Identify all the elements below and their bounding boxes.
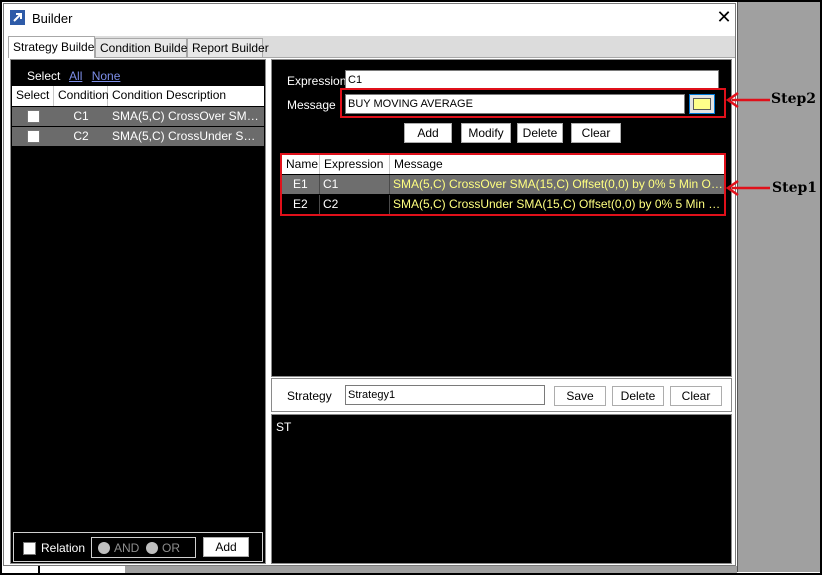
select-links-row: Select All None (27, 69, 126, 83)
clear-expression-button[interactable]: Clear (571, 123, 621, 143)
or-label: OR (162, 541, 180, 555)
modify-expression-button[interactable]: Modify (461, 123, 511, 143)
window-title: Builder (32, 11, 73, 26)
strategy-output-text: ST (276, 420, 292, 434)
expression-label: Expression (287, 74, 347, 88)
condition-panel: Select All None Select Condition Conditi… (10, 59, 266, 564)
message-label: Message (287, 98, 336, 112)
save-strategy-button[interactable]: Save (554, 386, 606, 406)
row-checkbox[interactable] (26, 130, 40, 143)
relation-group: Relation AND OR Add (13, 532, 263, 562)
step2-arrow-icon (725, 91, 770, 109)
relation-checkbox[interactable] (23, 542, 36, 555)
column-header-select[interactable]: Select (12, 86, 54, 106)
tab-condition-builder[interactable]: Condition Builder (95, 38, 191, 57)
tab-strategy-builder[interactable]: Strategy Builder (8, 36, 98, 58)
background-stub (38, 566, 40, 573)
step1-label: Step1 (772, 180, 818, 196)
and-or-radio-group: AND OR (91, 537, 196, 558)
close-button[interactable]: ✕ (714, 7, 734, 29)
column-header-description[interactable]: Condition Description (108, 86, 264, 106)
condition-cell: C1 (73, 109, 89, 123)
clear-strategy-button[interactable]: Clear (670, 386, 722, 406)
expression-input[interactable]: C1 (345, 70, 719, 90)
table-row[interactable]: C1 SMA(5,C) CrossOver SMA(15... (12, 106, 264, 126)
description-cell: SMA(5,C) CrossUnder SMA(1... (112, 129, 264, 143)
background-area (737, 2, 820, 572)
condition-table: Select Condition Condition Description C… (12, 86, 264, 146)
tab-content: Select All None Select Condition Conditi… (8, 58, 734, 564)
step2-label: Step2 (771, 91, 817, 107)
row-select-cell (12, 127, 54, 146)
condition-cell: C2 (73, 129, 89, 143)
step1-arrow-icon (725, 179, 770, 197)
background-strip (125, 566, 737, 573)
strategy-label: Strategy (287, 389, 332, 403)
and-label: AND (114, 541, 140, 555)
delete-strategy-button[interactable]: Delete (612, 386, 664, 406)
condition-table-header: Select Condition Condition Description (12, 86, 264, 106)
tab-report-builder[interactable]: Report Builder (187, 38, 269, 57)
or-radio[interactable] (146, 542, 158, 554)
and-radio[interactable] (98, 542, 110, 554)
delete-expression-button[interactable]: Delete (517, 123, 563, 143)
add-relation-button[interactable]: Add (203, 537, 249, 557)
relation-label: Relation (41, 541, 86, 555)
step2-highlight (340, 88, 726, 118)
select-none-link[interactable]: None (92, 69, 121, 83)
select-label: Select (27, 69, 61, 83)
column-header-condition[interactable]: Condition (54, 86, 109, 106)
expression-panel: Expression C1 Message BUY MOVING AVERAGE… (271, 59, 732, 377)
tab-strip: Strategy Builder Condition Builder Repor… (8, 36, 735, 58)
step1-highlight (280, 153, 726, 216)
strategy-output-panel[interactable]: ST (271, 414, 732, 564)
strategy-bar: Strategy Strategy1 Save Delete Clear (271, 378, 732, 412)
builder-window: Builder ✕ Strategy Builder Condition Bui… (3, 3, 736, 566)
add-expression-button[interactable]: Add (404, 123, 452, 143)
app-arrow-icon (10, 10, 25, 25)
title-bar: Builder ✕ (4, 4, 735, 34)
select-all-link[interactable]: All (69, 69, 82, 83)
row-select-cell (12, 107, 54, 126)
strategy-name-input[interactable]: Strategy1 (345, 385, 545, 405)
description-cell: SMA(5,C) CrossOver SMA(15... (112, 109, 264, 123)
row-checkbox[interactable] (26, 110, 40, 123)
table-row[interactable]: C2 SMA(5,C) CrossUnder SMA(1... (12, 126, 264, 146)
